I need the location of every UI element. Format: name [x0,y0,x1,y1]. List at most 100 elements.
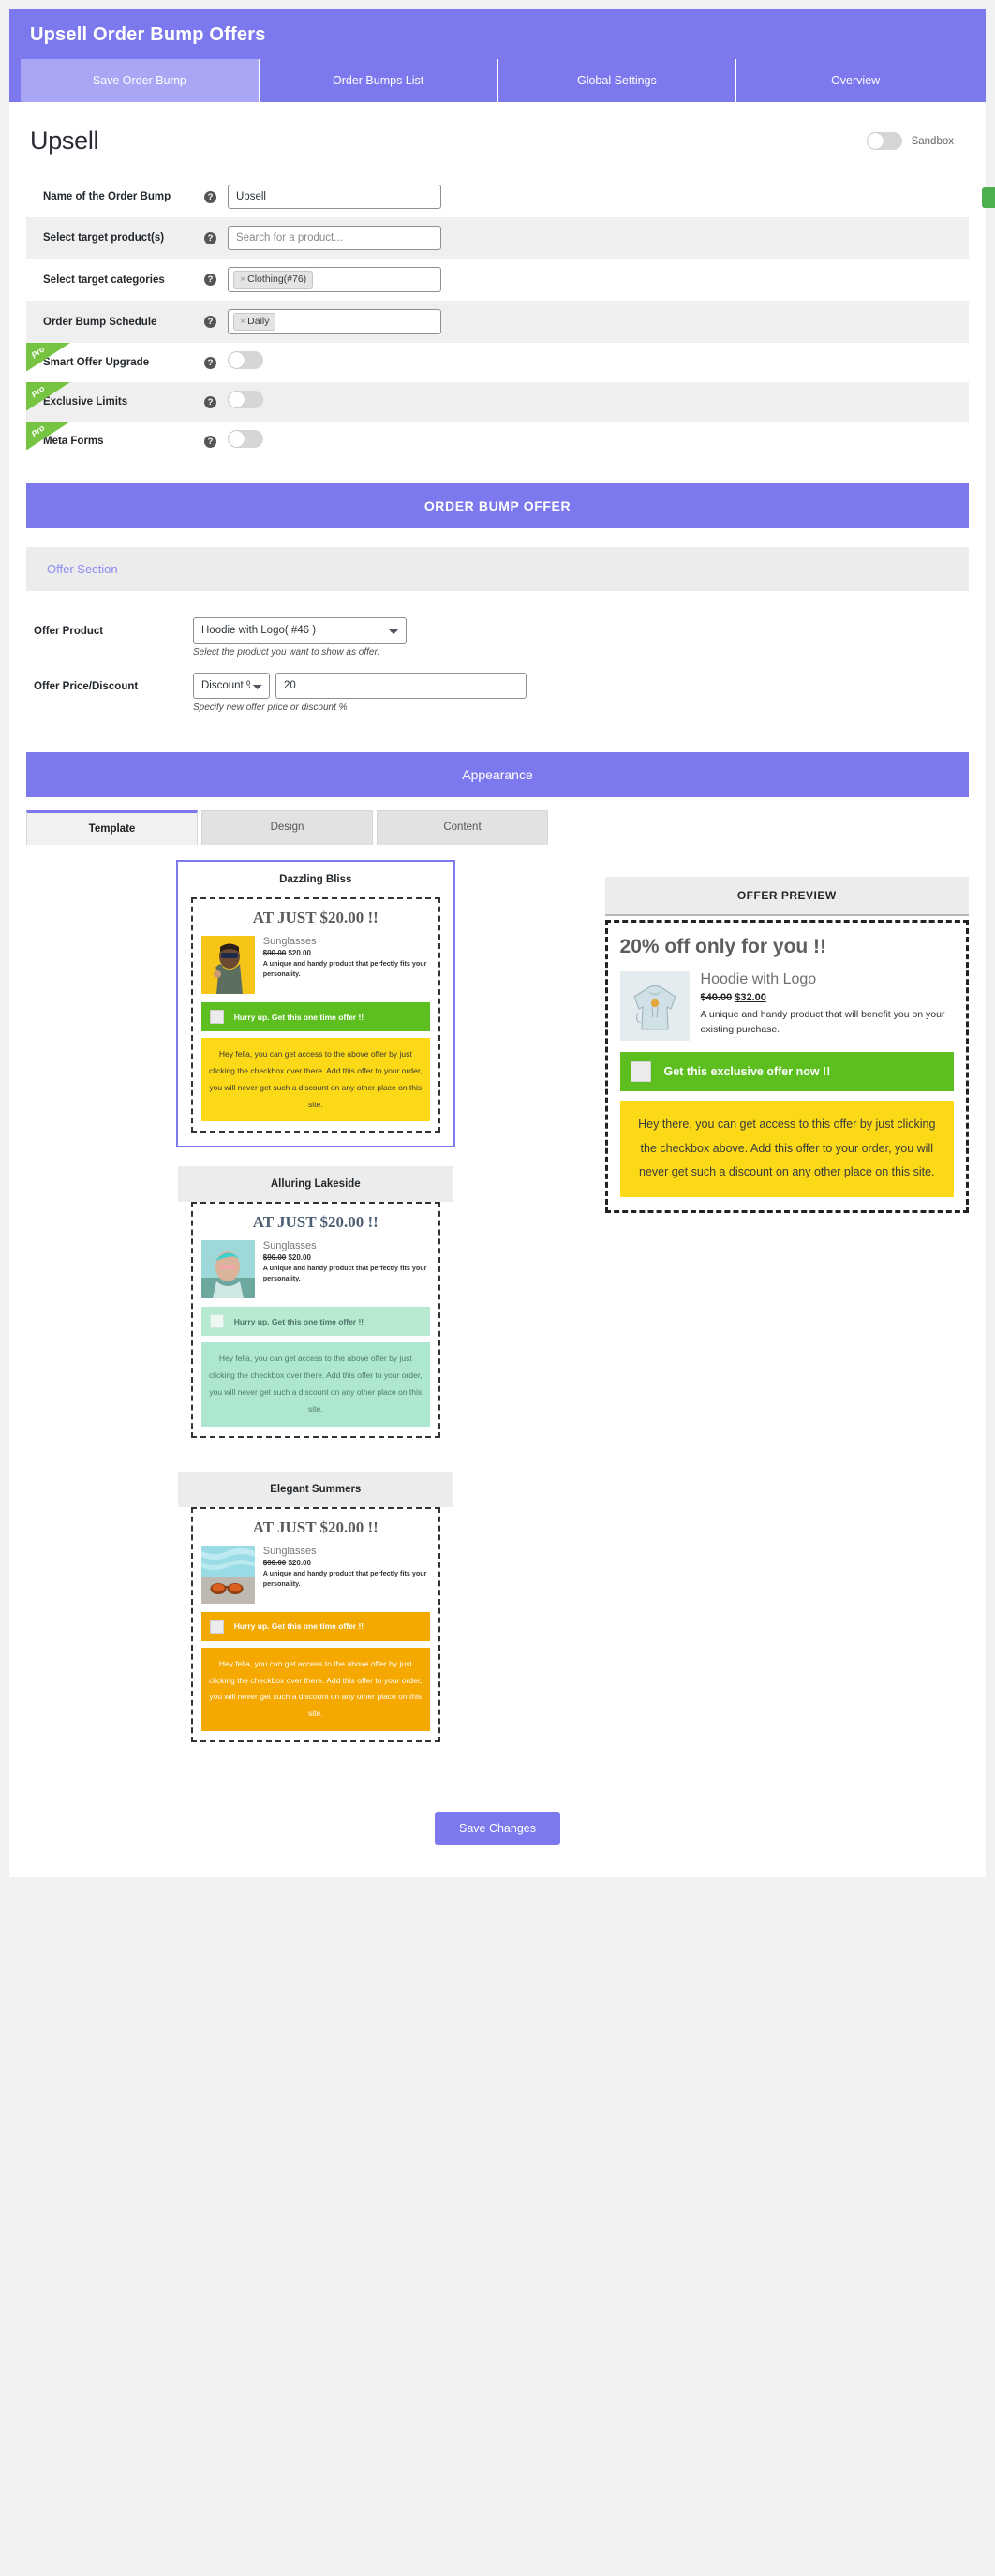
token-daily[interactable]: × Daily [233,313,276,331]
price-old: $90.00 [262,1558,287,1567]
token-remove-icon[interactable]: × [240,274,245,285]
field-meta-forms [228,430,441,452]
field-offer-product: Hoodie with Logo( #46 ) Select the produ… [193,617,969,658]
help-icon[interactable]: ? [204,190,216,203]
price-old: $90.00 [262,949,287,957]
template-cta[interactable]: Hurry up. Get this one time offer !! [200,1002,430,1031]
page-title-row: Upsell Sandbox [9,102,986,176]
price-new: $20.00 [288,1558,311,1567]
meta-forms-toggle[interactable] [228,430,263,448]
exclusive-limits-toggle[interactable] [228,391,263,408]
app-page: Upsell Order Bump Offers Save Order Bump… [0,0,995,2576]
template-card-dazzling-bliss[interactable]: Dazzling Bliss AT JUST $20.00 !! Sunglas… [175,860,455,1148]
offer-preview-title: OFFER PREVIEW [604,877,969,916]
field-smart-offer-upgrade [228,351,441,374]
tab-save-order-bump[interactable]: Save Order Bump [21,59,260,102]
checkbox-icon[interactable] [209,1010,224,1024]
help-icon[interactable]: ? [204,435,216,448]
offer-section-heading: Offer Section [26,547,969,591]
template-blurb: Hey fella, you can get access to the abo… [200,1038,430,1122]
template-preview: AT JUST $20.00 !! Sunglasses $90.00 $20.… [190,1202,440,1438]
offer-price-type-select[interactable]: Discount % [193,673,270,699]
side-feedback-tab[interactable] [982,187,995,208]
lakeside-portrait-photo-icon [200,1240,255,1299]
tab-order-bumps-list[interactable]: Order Bumps List [260,59,498,102]
help-icon[interactable]: ? [204,356,216,369]
order-bump-name-input[interactable] [228,185,441,209]
tab-design[interactable]: Design [201,810,373,845]
token-clothing[interactable]: × Clothing(#76) [233,271,314,289]
row-exclusive-limits: Pro Exclusive Limits ? [26,382,969,422]
tab-global-settings[interactable]: Global Settings [498,59,737,102]
template-gallery: Dazzling Bliss AT JUST $20.00 !! Sunglas… [9,845,986,1774]
row-smart-offer-upgrade: Pro Smart Offer Upgrade ? [26,343,969,382]
price-new: $20.00 [288,1253,311,1263]
app-window: Upsell Order Bump Offers Save Order Bump… [9,9,986,1878]
schedule-tokenbox[interactable]: × Daily [228,309,441,334]
checkbox-icon[interactable] [209,1619,224,1634]
product-price: $90.00 $20.00 [263,1253,430,1262]
offer-product-select[interactable]: Hoodie with Logo( #46 ) [193,617,407,644]
product-image [200,1545,255,1604]
product-image [200,1240,255,1299]
template-card-elegant-summers[interactable]: Elegant Summers AT JUST $20.00 !! Sungla… [175,1469,455,1758]
product-name: Sunglasses [262,1240,317,1252]
preview-blurb: Hey there, you can get access to this of… [619,1101,954,1197]
save-area: Save Changes [9,1774,986,1873]
preview-cta[interactable]: Get this exclusive offer now !! [619,1052,954,1091]
field-exclusive-limits [228,391,441,413]
help-icon[interactable]: ? [204,395,216,408]
token-label: Clothing(#76) [247,274,307,285]
target-products-input[interactable] [228,226,441,250]
price-old: $90.00 [262,1253,287,1263]
checkbox-icon[interactable] [209,1314,224,1329]
field-target-products [228,226,441,250]
target-categories-tokenbox[interactable]: × Clothing(#76) [228,267,441,292]
field-offer-price: Discount % Specify new offer price or di… [193,673,969,713]
settings-form: Name of the Order Bump ? Select target p… [9,176,986,461]
offer-price-hint: Specify new offer price or discount % [193,703,348,713]
row-target-categories: Select target categories ? × Clothing(#76… [26,259,969,301]
template-card-alluring-lakeside[interactable]: Alluring Lakeside AT JUST $20.00 !! Sung… [175,1164,455,1453]
app-title: Upsell Order Bump Offers [30,24,266,45]
template-name: Elegant Summers [177,1471,453,1507]
template-product: Sunglasses $90.00 $20.00 A unique and ha… [200,1240,430,1299]
label-order-bump-name: Name of the Order Bump [43,191,171,202]
product-image [200,936,255,994]
template-preview: AT JUST $20.00 !! Sunglasses $90.00 $20.… [190,1506,440,1743]
price-new: $32.00 [735,992,766,1003]
help-icon[interactable]: ? [204,316,216,328]
save-changes-button[interactable]: Save Changes [434,1812,560,1846]
template-cta[interactable]: Hurry up. Get this one time offer !! [200,1307,430,1337]
help-icon[interactable]: ? [204,231,216,244]
row-order-bump-name: Name of the Order Bump ? [26,176,969,217]
tab-overview[interactable]: Overview [736,59,974,102]
preview-headline: 20% off only for you !! [619,936,827,957]
cta-label: Hurry up. Get this one time offer !! [233,1621,364,1632]
order-bump-offer-banner: ORDER BUMP OFFER [26,483,969,528]
preview-product-price: $40.00 $32.00 [701,992,954,1003]
tab-template[interactable]: Template [26,810,198,845]
template-product: Sunglasses $90.00 $20.00 A unique and ha… [200,936,430,994]
checkbox-icon[interactable] [630,1061,651,1082]
token-remove-icon[interactable]: × [240,316,245,327]
sandbox-toggle[interactable] [866,132,902,150]
offer-preview-panel: OFFER PREVIEW 20% off only for you !! Ho… [604,860,969,1774]
offer-price-input[interactable] [275,673,527,699]
smart-offer-upgrade-toggle[interactable] [228,351,263,369]
product-name: Sunglasses [262,1545,317,1557]
product-price: $90.00 $20.00 [263,949,430,957]
product-description: A unique and handy product that perfectl… [262,1568,427,1588]
field-target-categories: × Clothing(#76) [228,267,441,292]
label-meta-forms: Meta Forms [43,436,104,447]
help-icon[interactable]: ? [204,274,216,286]
preview-product-image [619,971,690,1041]
template-cta[interactable]: Hurry up. Get this one time offer !! [200,1611,430,1641]
page-title: Upsell [30,126,99,155]
template-product: Sunglasses $90.00 $20.00 A unique and ha… [200,1545,430,1604]
appearance-banner: Appearance [26,752,969,797]
field-order-bump-name [228,185,441,209]
tab-content[interactable]: Content [377,810,548,845]
label-target-products: Select target product(s) [43,232,165,244]
sandbox-control: Sandbox [866,132,954,150]
